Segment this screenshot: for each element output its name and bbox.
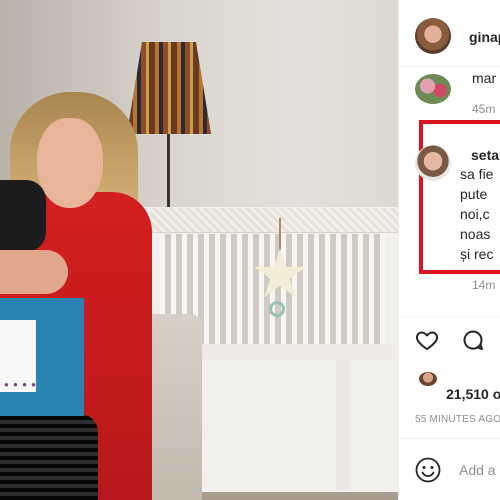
comment-icon[interactable] [461,328,485,352]
comment-line: noas [460,226,491,242]
composer-divider [399,438,500,439]
comment-text: mar [472,70,497,86]
toy-string [279,218,281,252]
post-side-panel: ginap mar 45m setar sa fie pute noi,c no… [398,0,500,500]
emoji-icon[interactable] [415,457,441,483]
gift-box-dots: ● ● ● ● [4,380,37,389]
toy-ring [269,301,285,317]
woman-face [37,118,103,208]
comment-line: noi,c [460,206,490,222]
highlighted-comment-username[interactable]: setar [471,147,500,163]
crib-bumper [150,208,398,233]
crib-leg [336,360,350,490]
post-timestamp[interactable]: 55 MINUTES AGO [415,414,500,425]
man-arm [0,250,68,294]
post-photo[interactable]: ● ● ● ● [0,0,398,500]
header-divider [399,66,500,67]
header-avatar[interactable] [415,18,451,54]
comment-line: sa fie [460,166,494,182]
add-comment-input[interactable]: Add a [459,462,496,478]
actions-divider [399,316,500,317]
header-username[interactable]: ginap [469,29,500,45]
likes-count[interactable]: 21,510 o [446,386,500,402]
comment-avatar[interactable] [415,74,451,104]
lamp-pole [167,134,170,210]
action-bar [399,320,500,360]
likes-avatar[interactable] [419,372,437,386]
comment-line: și rec [460,246,494,262]
heart-icon[interactable] [415,328,439,352]
comment-time[interactable]: 45m [472,102,495,116]
comment-line: pute [460,186,488,202]
man-shirt [0,180,46,252]
checkered-pants [0,414,98,500]
highlighted-comment-time[interactable]: 14m [472,278,495,292]
highlighted-comment-avatar[interactable] [415,145,451,181]
